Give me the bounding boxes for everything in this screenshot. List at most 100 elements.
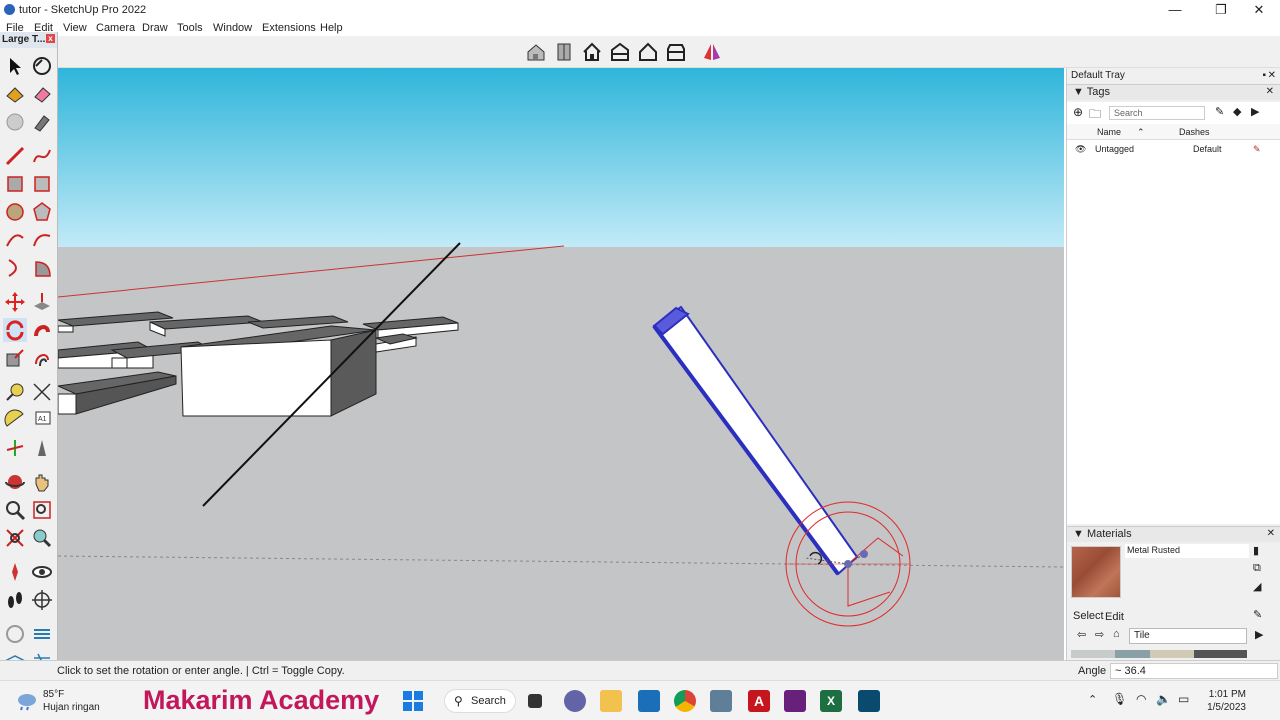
battery-icon[interactable]: ▭ <box>1178 692 1189 706</box>
right-view-icon[interactable] <box>608 40 632 64</box>
front-view-icon[interactable] <box>580 40 604 64</box>
axes-tool-icon[interactable] <box>3 436 27 460</box>
measurements-input[interactable]: ~ 36.4 <box>1110 663 1278 679</box>
iso-view-icon[interactable] <box>524 40 548 64</box>
pin-icon[interactable]: ▪ <box>1262 70 1266 81</box>
excel-icon[interactable]: X <box>820 690 842 712</box>
material-name-field[interactable]: Metal Rusted <box>1125 544 1249 558</box>
add-folder-icon[interactable]: 🗀 <box>1089 105 1101 126</box>
rectangle-tool-icon[interactable] <box>3 172 27 196</box>
menu-window[interactable]: Window <box>213 22 252 34</box>
freehand-tool-icon[interactable] <box>30 144 54 168</box>
chrome-icon[interactable] <box>674 690 696 712</box>
two-point-arc-icon[interactable] <box>30 228 54 252</box>
wifi-icon[interactable]: ◠ <box>1136 692 1146 706</box>
arc-tool-icon[interactable] <box>3 228 27 252</box>
scale-tool-icon[interactable] <box>3 346 27 370</box>
close-icon[interactable]: ✕ <box>1266 86 1274 97</box>
create-material-icon[interactable]: ⧉ <box>1253 562 1261 575</box>
file-explorer-icon[interactable] <box>600 690 622 712</box>
menu-help[interactable]: Help <box>320 22 343 34</box>
sandbox-scratch-icon[interactable] <box>30 622 54 646</box>
previous-view-icon[interactable] <box>30 526 54 550</box>
offset-tool-icon[interactable] <box>30 346 54 370</box>
select-tool-icon[interactable] <box>3 54 27 78</box>
pan-hand-icon[interactable] <box>30 470 54 494</box>
task-view-icon[interactable] <box>528 694 542 708</box>
section-plane-tool-icon[interactable] <box>30 588 54 612</box>
material-thumbnails[interactable] <box>1071 650 1247 658</box>
walk-icon[interactable] <box>3 588 27 612</box>
section-plane-icon[interactable] <box>700 40 724 64</box>
close-icon[interactable]: x <box>46 34 55 43</box>
menu-view[interactable]: View <box>63 22 87 34</box>
sample-paint-icon[interactable]: ✎ <box>1253 608 1262 621</box>
line-tool-icon[interactable] <box>3 144 27 168</box>
drawing-viewport[interactable] <box>58 68 1064 660</box>
eraser-icon[interactable] <box>30 82 54 106</box>
chat-icon[interactable] <box>564 690 586 712</box>
menu-tools[interactable]: Tools <box>177 22 203 34</box>
acrobat-icon[interactable]: A <box>748 690 770 712</box>
rotate-tool-icon[interactable] <box>3 318 27 342</box>
tags-panel-header[interactable]: ▼ Tags ✕ <box>1067 84 1280 100</box>
microphone-icon[interactable]: 🎙 <box>1112 692 1127 706</box>
zoom-window-icon[interactable] <box>30 498 54 522</box>
sandbox-contours-icon[interactable] <box>3 622 27 646</box>
tab-edit[interactable]: Edit <box>1105 611 1124 623</box>
close-icon[interactable]: ✕ <box>1268 70 1276 81</box>
dimension-tool-icon[interactable] <box>30 380 54 404</box>
rotated-rectangle-icon[interactable] <box>30 172 54 196</box>
chevron-up-icon[interactable]: ⌃ <box>1088 693 1097 706</box>
details-arrow-icon[interactable]: ▶ <box>1251 105 1259 118</box>
windows-start-icon[interactable] <box>402 690 424 712</box>
left-view-icon[interactable] <box>664 40 688 64</box>
component-icon[interactable] <box>3 110 27 134</box>
orbit-tool-icon[interactable] <box>30 54 54 78</box>
tag-search-input[interactable]: Search <box>1109 106 1205 120</box>
forward-arrow-icon[interactable]: ⇨ <box>1095 628 1104 641</box>
minimize-icon[interactable]: — <box>1152 0 1198 20</box>
display-in-model-icon[interactable]: ▮ <box>1253 544 1259 557</box>
materials-panel-header[interactable]: ▼ Materials ✕ <box>1067 526 1280 542</box>
move-tool-icon[interactable] <box>3 290 27 314</box>
menu-camera[interactable]: Camera <box>96 22 135 34</box>
default-material-icon[interactable]: ◢ <box>1253 580 1261 593</box>
table-row[interactable]: 👁 Untagged Default ✎ <box>1067 142 1280 158</box>
top-view-icon[interactable] <box>552 40 576 64</box>
library-select[interactable]: Tile <box>1129 628 1247 644</box>
3d-text-icon[interactable] <box>30 436 54 460</box>
taskbar-search[interactable]: ⚲ Search <box>444 689 516 713</box>
tape-measure-icon[interactable] <box>3 380 27 404</box>
three-point-arc-icon[interactable] <box>3 256 27 280</box>
sort-up-icon[interactable]: ⌃ <box>1137 127 1145 138</box>
back-view-icon[interactable] <box>636 40 660 64</box>
menu-draw[interactable]: Draw <box>142 22 168 34</box>
edit-pencil-icon[interactable]: ✎ <box>1253 144 1261 155</box>
tag-tool-icon[interactable] <box>30 110 54 134</box>
terminal-icon[interactable] <box>858 690 880 712</box>
position-camera-icon[interactable] <box>3 560 27 584</box>
zoom-icon[interactable] <box>3 498 27 522</box>
tag-color-icon[interactable]: ✎ <box>1215 105 1224 118</box>
close-icon[interactable]: ✕ <box>1267 528 1275 539</box>
calculator-icon[interactable] <box>710 690 732 712</box>
weather-widget[interactable]: 85°F Hujan ringan <box>43 688 100 714</box>
color-by-tag-icon[interactable]: ◆ <box>1233 105 1241 118</box>
weather-rain-icon[interactable] <box>16 691 38 711</box>
visual-studio-icon[interactable] <box>784 690 806 712</box>
close-icon[interactable]: ✕ <box>1236 0 1280 20</box>
polygon-tool-icon[interactable] <box>30 200 54 224</box>
column-dashes[interactable]: Dashes <box>1179 127 1210 137</box>
push-pull-icon[interactable] <box>30 290 54 314</box>
sketchup-taskbar-icon[interactable] <box>638 690 660 712</box>
look-around-icon[interactable] <box>30 560 54 584</box>
protractor-tool-icon[interactable] <box>3 408 27 432</box>
system-clock[interactable]: 1:01 PM 1/5/2023 <box>1204 688 1246 714</box>
follow-me-icon[interactable] <box>30 318 54 342</box>
zoom-extents-icon[interactable] <box>3 526 27 550</box>
column-name[interactable]: Name <box>1097 127 1121 137</box>
details-arrow-icon[interactable]: ▶ <box>1255 628 1263 641</box>
orbit-icon[interactable] <box>3 470 27 494</box>
back-arrow-icon[interactable]: ⇦ <box>1077 628 1086 641</box>
